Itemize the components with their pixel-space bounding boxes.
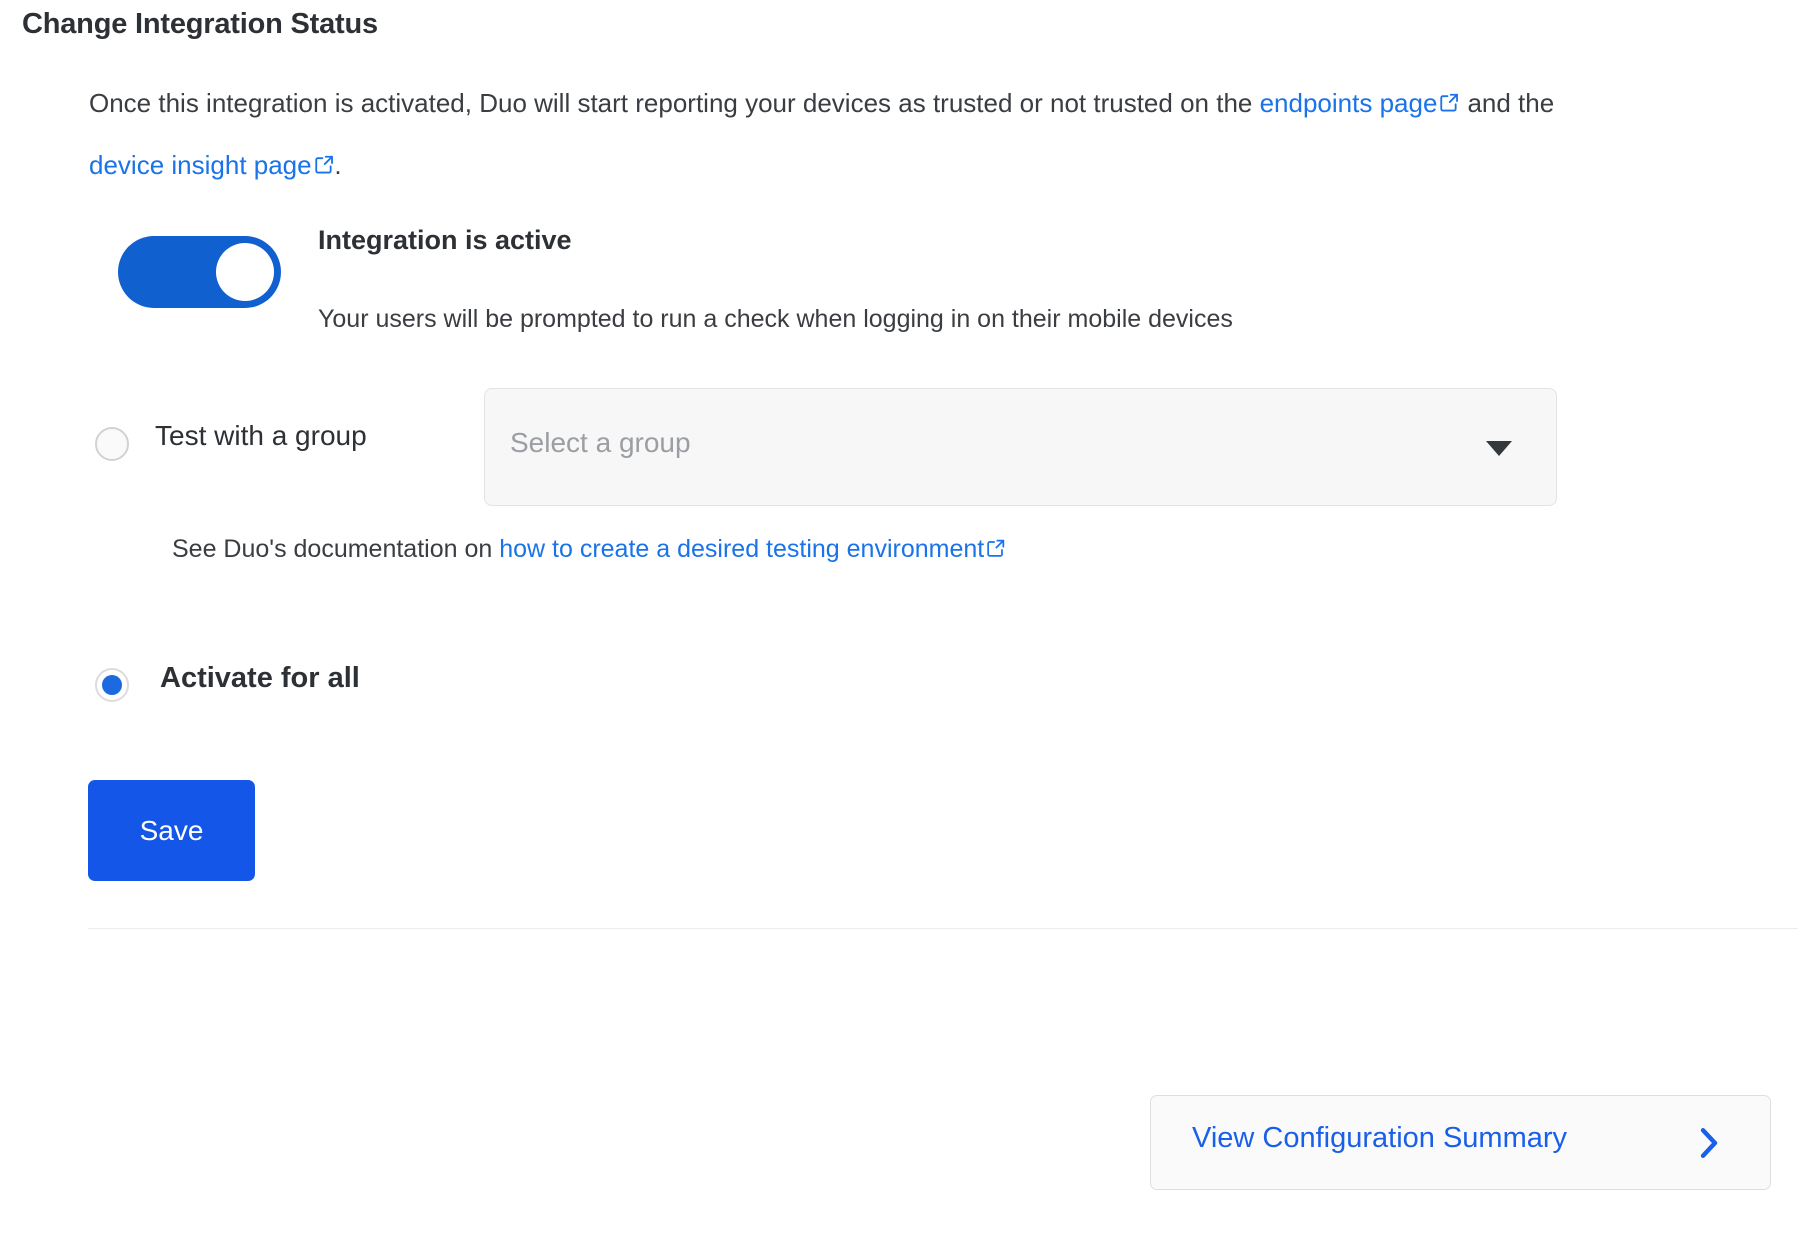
documentation-hint-prefix: See Duo's documentation on [172, 535, 500, 563]
group-select-dropdown[interactable]: Select a group [484, 388, 1557, 506]
device-insight-page-link-label: device insight page [89, 150, 312, 180]
radio-activate-for-all[interactable] [95, 668, 129, 702]
endpoints-page-link-label: endpoints page [1259, 88, 1438, 118]
integration-active-subtitle: Your users will be prompted to run a che… [318, 305, 1233, 333]
external-link-icon [314, 154, 335, 175]
page-title: Change Integration Status [22, 8, 378, 40]
intro-paragraph: Once this integration is activated, Duo … [89, 72, 1619, 196]
radio-activate-for-all-label[interactable]: Activate for all [160, 662, 360, 695]
external-link-icon [1439, 92, 1460, 113]
testing-environment-doc-link[interactable]: how to create a desired testing environm… [499, 535, 1006, 563]
device-insight-page-link[interactable]: device insight page [89, 150, 334, 180]
integration-active-toggle[interactable] [118, 236, 281, 308]
chevron-right-icon [1698, 1126, 1720, 1160]
group-select-value: Select a group [510, 427, 691, 458]
chevron-down-icon [1486, 441, 1512, 456]
integration-active-title: Integration is active [318, 225, 572, 255]
external-link-icon [986, 538, 1006, 558]
view-configuration-summary-button[interactable]: View Configuration Summary [1150, 1095, 1771, 1190]
intro-text-part3: . [334, 150, 342, 180]
toggle-knob [216, 243, 274, 301]
change-integration-status-panel: Change Integration Status Once this inte… [0, 0, 1798, 1254]
radio-test-with-group[interactable] [95, 427, 129, 461]
view-configuration-summary-label: View Configuration Summary [1192, 1122, 1568, 1154]
testing-environment-doc-link-label: how to create a desired testing environm… [499, 535, 985, 563]
intro-text-part2: and the [1460, 88, 1555, 118]
intro-text-part1: Once this integration is activated, Duo … [89, 88, 1260, 118]
save-button[interactable]: Save [88, 780, 255, 881]
section-divider [88, 928, 1798, 929]
endpoints-page-link[interactable]: endpoints page [1260, 88, 1461, 118]
radio-selected-dot [102, 675, 122, 695]
radio-test-with-group-label[interactable]: Test with a group [155, 420, 367, 452]
documentation-hint: See Duo's documentation on how to create… [172, 535, 1006, 564]
